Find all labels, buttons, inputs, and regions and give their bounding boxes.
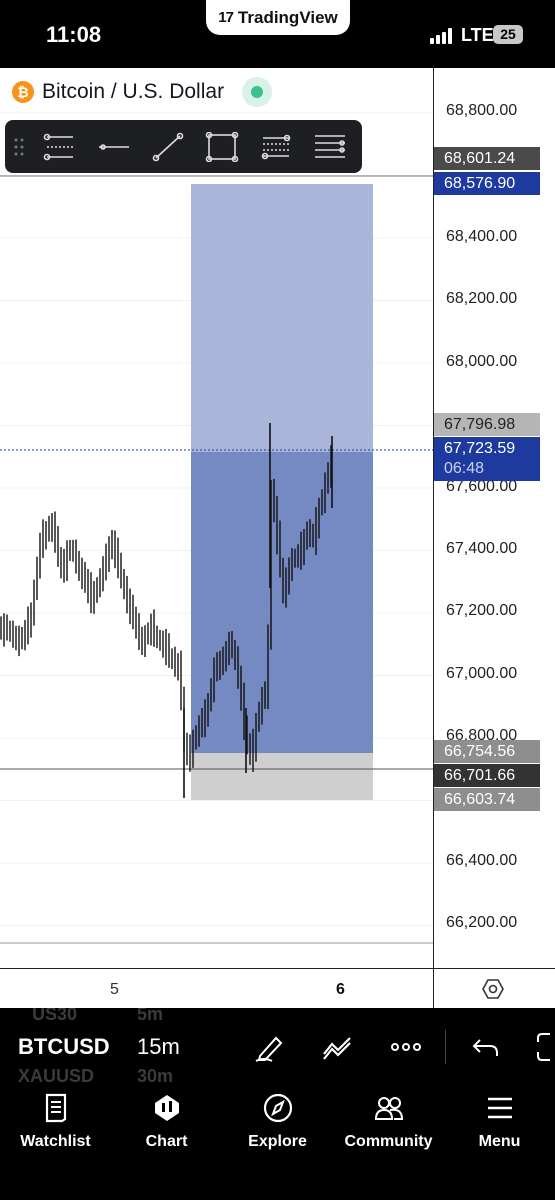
price-label-top-line: 68,601.24: [434, 147, 540, 170]
time-tick-day-6: 6: [336, 981, 345, 998]
rectangle-icon[interactable]: [195, 120, 249, 173]
drawing-toolbar: [5, 120, 362, 173]
nav-chart[interactable]: Chart: [111, 1086, 222, 1200]
nav-label: Menu: [478, 1133, 521, 1150]
cellular-signal-icon: [430, 28, 456, 44]
entry-zone[interactable]: [191, 452, 373, 753]
chart-settings-icon[interactable]: [482, 978, 504, 1000]
price-tick: 68,000.00: [446, 353, 518, 370]
nav-label: Explore: [248, 1133, 307, 1150]
nav-label: Watchlist: [20, 1133, 91, 1150]
fullscreen-icon[interactable]: [536, 1032, 555, 1062]
price-tick: 66,400.00: [446, 852, 518, 869]
tradingview-logo-icon: 17: [218, 9, 234, 26]
time-tick-day-5: 5: [110, 981, 119, 998]
market-open-status-icon: [242, 77, 273, 107]
price-tick: 68,200.00: [446, 290, 518, 307]
price-label-bottom-line: 66,701.66: [434, 764, 540, 787]
price-tick: 68,800.00: [446, 102, 518, 119]
adjacent-symbol-above[interactable]: US30: [32, 1008, 77, 1025]
stop-zone[interactable]: [191, 753, 373, 800]
battery-icon: 25: [493, 25, 523, 44]
target-zone[interactable]: [191, 184, 373, 452]
time-axis[interactable]: 5 6: [0, 968, 555, 1009]
price-tick: 67,200.00: [446, 602, 518, 619]
horizontal-ray-grid-icon[interactable]: [33, 120, 87, 173]
bitcoin-icon: ₿: [12, 81, 34, 103]
compass-icon: [263, 1093, 292, 1123]
status-bar: 11:08 17 TradingView LTE 25: [0, 0, 555, 68]
community-icon: [374, 1097, 403, 1120]
nav-explore[interactable]: Explore: [222, 1086, 333, 1200]
price-chart[interactable]: [0, 68, 433, 968]
symbol-name: Bitcoin / U.S. Dollar: [42, 80, 225, 103]
current-price-value: 67,723.59: [444, 440, 516, 457]
symbar-divider: [445, 1030, 446, 1064]
current-interval[interactable]: 15m: [137, 1034, 180, 1060]
drag-handle-icon[interactable]: [5, 120, 33, 173]
nav-label: Chart: [145, 1133, 188, 1150]
drawing-pen-icon[interactable]: [254, 1032, 286, 1062]
horizontal-line-icon[interactable]: [87, 120, 141, 173]
price-tick: 66,200.00: [446, 914, 518, 931]
price-label-high: 67,796.98: [434, 413, 540, 436]
current-symbol[interactable]: BTCUSD: [18, 1034, 110, 1060]
parallel-channel-icon[interactable]: [249, 120, 303, 173]
price-label-target: 68,576.90: [434, 172, 540, 195]
price-label-stop: 66,603.74: [434, 788, 540, 811]
price-tick: 67,000.00: [446, 665, 518, 682]
watchlist-icon: [45, 1093, 66, 1123]
more-options-icon[interactable]: [390, 1032, 422, 1062]
price-tick: 67,400.00: [446, 540, 518, 557]
nav-menu[interactable]: Menu: [444, 1086, 555, 1200]
nav-label: Community: [344, 1133, 433, 1150]
tradingview-pill[interactable]: 17 TradingView: [206, 0, 350, 35]
trend-line-icon[interactable]: [141, 120, 195, 173]
network-type: LTE: [461, 25, 494, 45]
symbol-interval-bar: US30 5m BTCUSD 15m XAUUSD 30m: [0, 1008, 555, 1086]
undo-icon[interactable]: [470, 1032, 502, 1062]
price-scale[interactable]: 68,800.00 68,400.00 68,200.00 68,000.00 …: [433, 68, 555, 968]
price-tick: 68,400.00: [446, 228, 518, 245]
current-price-label: 67,723.59 06:48: [434, 437, 540, 481]
chart-pane[interactable]: ⚡: [0, 68, 433, 968]
nav-watchlist[interactable]: Watchlist: [0, 1086, 111, 1200]
status-time: 11:08: [46, 22, 102, 47]
adjacent-interval-below[interactable]: 30m: [137, 1066, 173, 1086]
tradingview-pill-label: TradingView: [237, 7, 338, 27]
price-label-entry: 66,754.56: [434, 740, 540, 763]
bottom-navigation: Watchlist Chart Explore Community Menu: [0, 1086, 555, 1200]
fib-levels-icon[interactable]: [303, 120, 357, 173]
candle-countdown: 06:48: [444, 460, 485, 477]
adjacent-interval-above[interactable]: 5m: [137, 1008, 163, 1025]
menu-icon: [487, 1097, 512, 1119]
indicators-icon[interactable]: [322, 1032, 354, 1062]
chart-icon: [154, 1095, 179, 1121]
nav-community[interactable]: Community: [333, 1086, 444, 1200]
symbol-header[interactable]: ₿ Bitcoin / U.S. Dollar: [12, 77, 273, 107]
axis-separator: [433, 969, 434, 1009]
adjacent-symbol-below[interactable]: XAUUSD: [18, 1066, 94, 1086]
